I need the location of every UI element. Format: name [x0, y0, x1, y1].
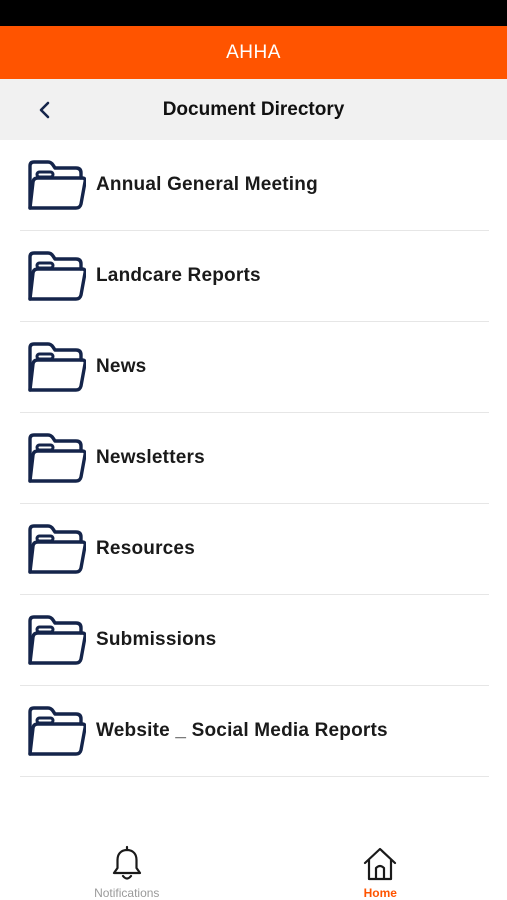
chevron-left-icon — [39, 101, 50, 119]
folder-icon — [24, 703, 88, 759]
folder-label: News — [96, 356, 147, 377]
home-icon — [364, 847, 397, 881]
tab-label: Notifications — [94, 886, 160, 900]
list-item[interactable]: News — [20, 322, 489, 413]
status-bar — [0, 0, 507, 26]
folder-icon — [24, 339, 88, 395]
list-item[interactable]: Website _ Social Media Reports — [20, 686, 489, 777]
tab-home[interactable]: Home — [254, 834, 507, 900]
folder-icon — [24, 157, 88, 213]
list-item[interactable]: Newsletters — [20, 413, 489, 504]
folder-icon — [24, 430, 88, 486]
folder-label: Newsletters — [96, 447, 205, 468]
folder-label: Submissions — [96, 629, 217, 650]
folder-label: Website _ Social Media Reports — [96, 720, 388, 741]
tab-notifications[interactable]: Notifications — [0, 834, 254, 900]
navigation-bar: Document Directory — [0, 79, 507, 140]
bottom-tab-bar: Notifications Home — [0, 834, 507, 900]
folder-label: Annual General Meeting — [96, 174, 318, 195]
folder-icon — [24, 612, 88, 668]
list-item[interactable]: Submissions — [20, 595, 489, 686]
app-title: AHHA — [226, 41, 281, 63]
folder-icon — [24, 248, 88, 304]
list-item[interactable]: Resources — [20, 504, 489, 595]
back-button[interactable] — [30, 95, 60, 125]
bell-icon — [112, 845, 141, 880]
list-item[interactable]: Landcare Reports — [20, 231, 489, 322]
folder-icon — [24, 521, 88, 577]
folder-label: Landcare Reports — [96, 265, 261, 286]
list-item[interactable]: Annual General Meeting — [20, 140, 489, 231]
folder-label: Resources — [96, 538, 195, 559]
tab-label: Home — [363, 886, 397, 900]
page-title: Document Directory — [162, 98, 345, 120]
app-header: AHHA — [0, 26, 507, 79]
document-directory-list: Annual General Meeting Landcare Reports … — [20, 140, 489, 777]
